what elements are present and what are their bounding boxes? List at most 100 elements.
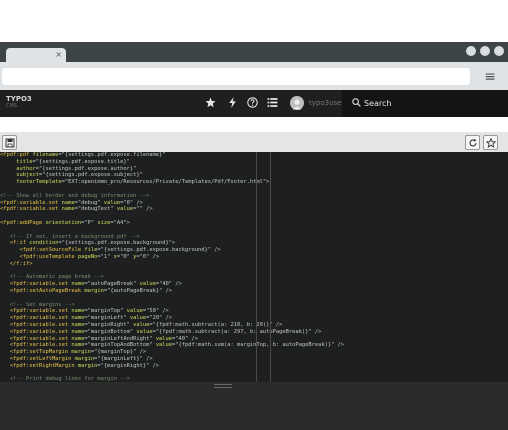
code-token: <!-- Automatic page break --> [9,274,104,281]
browser-menu-icon[interactable]: ≡ [484,70,496,84]
code-line[interactable]: <fpdf:variable.set name="debugText" valu… [0,206,344,213]
code-line[interactable]: <fpdf:variable.set name="debug" value="0… [0,200,344,207]
code-token: value [155,335,173,342]
code-line[interactable]: <fpdf:variable.set name="marginRight" va… [0,322,344,329]
code-token: ="40" /> [155,281,182,288]
code-token: margin [77,362,98,369]
code-token: <fpdf:pdf [0,152,33,158]
code-editor[interactable]: <fpdf:pdf filename="{settings.pdf.expose… [0,152,508,382]
help-icon[interactable] [247,97,258,111]
content-spacer [0,117,508,132]
code-line[interactable]: <fpdf:addPage orientation="P" size="A4"> [0,220,344,227]
code-line[interactable]: title="{settings.pdf.expose.title}" [0,159,344,166]
bookmark-button[interactable] [483,135,498,150]
code-token: name [71,342,85,349]
avatar[interactable] [290,96,304,110]
code-token: margin [74,355,95,362]
close-window-button[interactable] [494,46,504,56]
username-label[interactable]: typo3user [309,99,344,107]
search-label[interactable]: Search [364,99,391,108]
browser-tabbar [0,42,508,62]
close-tab-icon[interactable]: × [55,48,62,62]
code-token: value [126,308,143,315]
code-line[interactable]: <fpdf:pdf filename="{settings.pdf.expose… [0,152,344,159]
code-token: ="50" /> [142,308,169,315]
code-line[interactable]: <fpdf:setAutoPageBreak margin="{autoPage… [0,288,344,295]
code-line[interactable]: <fpdf:variable.set name="autoPageBreak" … [0,281,344,288]
app-logo[interactable]: TYPO3 [6,95,32,103]
code-token: <fpdf:variable.set [9,308,72,315]
maximize-button[interactable] [480,46,490,56]
code-line[interactable]: footerTemplate="EXT:openimmo_pro/Resourc… [0,179,344,186]
code-token: ="{settings.pdf.expose.background}" /> [97,247,221,254]
code-line[interactable]: ​ [0,213,344,220]
code-token: ="debug" [74,199,104,206]
bottom-panel [0,388,508,430]
minimize-button[interactable] [466,46,476,56]
code-token: <fpdf:variable.set [9,315,72,322]
code-line[interactable]: author="{settings.pdf.expose.author}" [0,166,344,173]
code-line[interactable]: <fpdf:setTopMargin margin="{marginTop}" … [0,349,344,356]
browser-tab[interactable]: × [6,48,66,62]
star-icon[interactable] [205,97,216,111]
lightning-icon[interactable] [228,97,237,111]
code-token: <!-- If set, insert a background pdf --> [9,233,140,240]
code-line[interactable]: <fpdf:variable.set name="marginTop" valu… [0,308,344,315]
code-line[interactable]: <fpdf:setSourceFile file="{settings.pdf.… [0,247,344,254]
code-line[interactable]: <fpdf:variable.set name="marginLeftAndRi… [0,336,344,343]
code-token: <fpdf:setRightMargin [9,362,78,369]
code-token: <fpdf:variable.set [9,328,72,335]
code-line[interactable]: ​ [0,186,344,193]
save-icon [5,138,14,147]
code-token: value [133,321,150,328]
code-line[interactable]: </f:if> [0,261,344,268]
code-token: ="1" [97,253,114,260]
code-line[interactable]: <fpdf:variable.set name="marginBottom" v… [0,329,344,336]
code-token: condition [29,240,59,247]
code-token: name [71,315,85,322]
code-token: value [129,315,147,322]
code-line[interactable]: <!-- If set, insert a background pdf --> [0,234,344,241]
code-line[interactable]: ​ [0,268,344,275]
code-token: <fpdf:useTemplate [19,253,78,260]
save-button[interactable] [2,135,17,150]
code-token: ="{settings.pdf.expose.subject}" [38,172,143,179]
list-icon[interactable] [267,97,278,111]
code-line[interactable]: <f:if condition="{settings.pdf.expose.ba… [0,240,344,247]
code-token: <fpdf:addPage [0,219,46,226]
code-line[interactable]: ​ [0,370,344,377]
search-icon [352,98,361,110]
code-token: <fpdf:variable.set [9,281,72,288]
code-line[interactable]: <!-- Automatic page break --> [0,274,344,281]
code-line[interactable]: <fpdf:variable.set name="marginTopAndBot… [0,342,344,349]
code-token: ="{settings.pdf.expose.title}" [32,158,130,165]
code-token: <fpdf:setLeftMargin [9,355,75,362]
address-bar[interactable] [2,68,470,85]
code-line[interactable]: <fpdf:useTemplate pageNo="1" x="0" y="0"… [0,254,344,261]
code-line[interactable]: ​ [0,295,344,302]
code-line[interactable]: subject="{settings.pdf.expose.subject}" [0,172,344,179]
code-token: ="autoPageBreak" [84,281,140,288]
code-line[interactable]: ​ [0,227,344,234]
code-token: ="{fpdf:math.sum(a: marginTop, b: autoPa… [172,342,345,349]
code-line[interactable]: <fpdf:variable.set name="marginLeft" val… [0,315,344,322]
code-line[interactable]: <!-- Show all border and debug informati… [0,193,344,200]
code-token: ="20" /> [146,315,173,322]
code-line[interactable]: <fpdf:setLeftMargin margin="{marginLeft}… [0,356,344,363]
code-content[interactable]: <fpdf:pdf filename="{settings.pdf.expose… [0,152,344,382]
code-token: ="P" [81,219,98,226]
code-line[interactable]: <!-- Set margins --> [0,302,344,309]
code-line[interactable]: <fpdf:setRightMargin margin="{marginRigh… [0,363,344,370]
code-token: name [71,335,85,342]
code-token: ="0" /> [120,199,143,206]
code-token: name [61,199,75,206]
code-token: </f:if> [9,260,33,267]
refresh-button[interactable] [465,135,480,150]
code-token: ="EXT:openimmo_pro/Resources/Private/Tem… [61,179,270,186]
code-token: value [155,342,173,349]
